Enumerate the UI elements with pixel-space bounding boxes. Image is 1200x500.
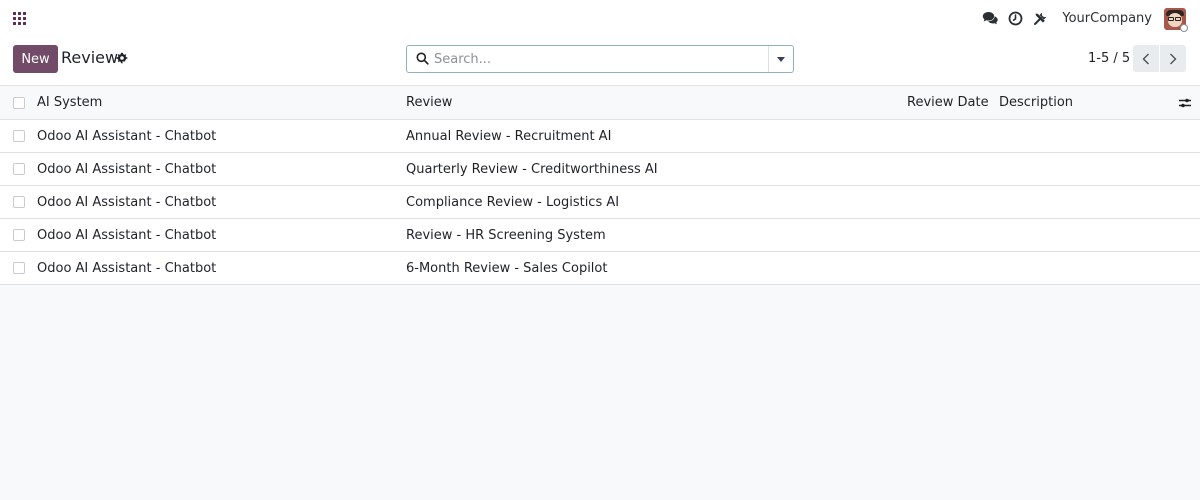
table-row[interactable]: Odoo AI Assistant - Chatbot Quarterly Re… bbox=[0, 153, 1200, 186]
select-all-checkbox[interactable] bbox=[13, 86, 25, 119]
search-input[interactable] bbox=[434, 46, 768, 72]
cell-review: Annual Review - Recruitment AI bbox=[406, 128, 612, 144]
pager-value[interactable]: 1-5 / 5 bbox=[1088, 51, 1130, 66]
row-checkbox[interactable] bbox=[13, 120, 25, 152]
cell-review: Compliance Review - Logistics AI bbox=[406, 194, 620, 210]
table-header-row: AI System Review Review Date Description bbox=[0, 86, 1200, 120]
company-switcher[interactable]: YourCompany bbox=[1062, 11, 1152, 26]
row-checkbox[interactable] bbox=[13, 252, 25, 284]
navbar-systray: YourCompany bbox=[975, 0, 1188, 37]
new-button[interactable]: New bbox=[13, 45, 58, 73]
presence-status-icon bbox=[1180, 23, 1188, 32]
column-header-review[interactable]: Review bbox=[406, 86, 452, 119]
review-list-table: AI System Review Review Date Description… bbox=[0, 86, 1200, 285]
row-checkbox[interactable] bbox=[13, 153, 25, 185]
gear-icon[interactable] bbox=[116, 52, 128, 64]
table-row[interactable]: Odoo AI Assistant - Chatbot Review - HR … bbox=[0, 219, 1200, 252]
cell-ai-system: Odoo AI Assistant - Chatbot bbox=[37, 128, 217, 144]
cell-ai-system: Odoo AI Assistant - Chatbot bbox=[37, 194, 217, 210]
column-header-review-date[interactable]: Review Date bbox=[907, 86, 989, 119]
table-row[interactable]: Odoo AI Assistant - Chatbot 6-Month Revi… bbox=[0, 252, 1200, 285]
caret-down-icon bbox=[777, 56, 785, 62]
cell-ai-system: Odoo AI Assistant - Chatbot bbox=[37, 161, 217, 177]
cell-review: Quarterly Review - Creditworthiness AI bbox=[406, 161, 658, 177]
search-icon bbox=[416, 52, 429, 65]
cell-ai-system: Odoo AI Assistant - Chatbot bbox=[37, 260, 217, 276]
apps-grid-icon[interactable] bbox=[13, 12, 26, 25]
page-title: Review bbox=[61, 48, 119, 67]
tools-icon[interactable] bbox=[1030, 9, 1050, 29]
cell-review: Review - HR Screening System bbox=[406, 227, 606, 243]
row-checkbox[interactable] bbox=[13, 186, 25, 218]
top-navbar: YourCompany bbox=[0, 0, 1200, 37]
chevron-left-icon bbox=[1142, 53, 1149, 64]
pager-previous-button[interactable] bbox=[1133, 45, 1159, 72]
optional-columns-icon[interactable] bbox=[1178, 86, 1192, 119]
control-panel: New Review 1-5 / 5 bbox=[0, 37, 1200, 86]
chat-icon[interactable] bbox=[980, 9, 1000, 29]
user-avatar[interactable] bbox=[1164, 7, 1188, 32]
table-row[interactable]: Odoo AI Assistant - Chatbot Annual Revie… bbox=[0, 120, 1200, 153]
column-header-ai-system[interactable]: AI System bbox=[37, 86, 102, 119]
row-checkbox[interactable] bbox=[13, 219, 25, 251]
table-row[interactable]: Odoo AI Assistant - Chatbot Compliance R… bbox=[0, 186, 1200, 219]
search-bar bbox=[406, 45, 794, 73]
column-header-description[interactable]: Description bbox=[999, 86, 1073, 119]
cell-review: 6-Month Review - Sales Copilot bbox=[406, 260, 608, 276]
cell-ai-system: Odoo AI Assistant - Chatbot bbox=[37, 227, 217, 243]
search-options-toggle[interactable] bbox=[768, 46, 793, 72]
clock-icon[interactable] bbox=[1005, 9, 1025, 29]
chevron-right-icon bbox=[1170, 53, 1177, 64]
pager-next-button[interactable] bbox=[1160, 45, 1186, 72]
